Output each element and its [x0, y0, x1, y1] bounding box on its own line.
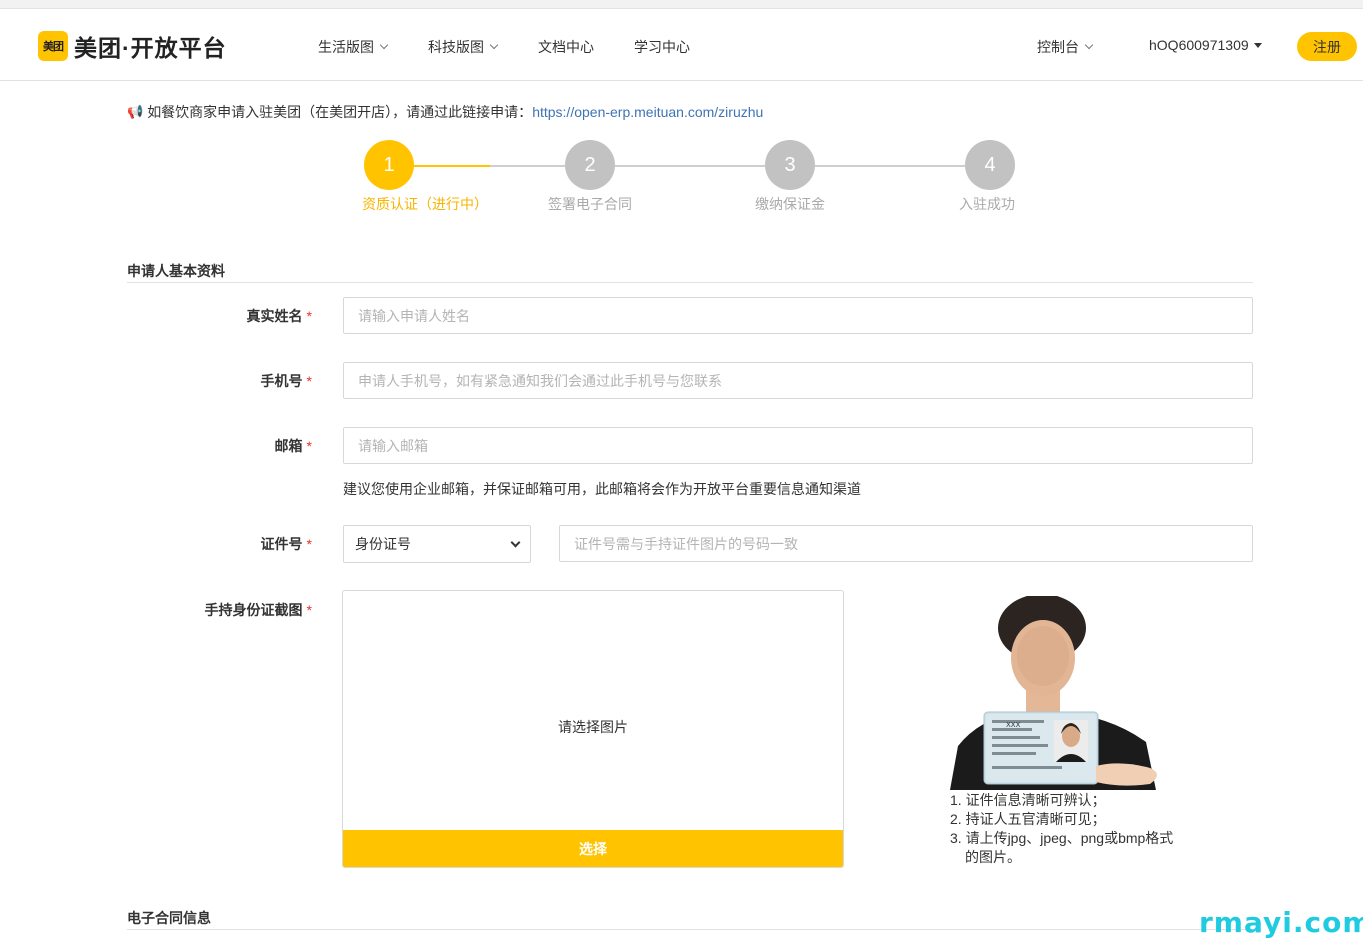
step-4-label: 入驻成功	[959, 196, 1015, 212]
chevron-down-icon	[489, 40, 499, 50]
top-navbar: 美团 美团·开放平台 生活版图 科技版图 文档中心 学习中心 控制台 hOQ60…	[0, 10, 1363, 81]
email-label: 邮箱 *	[274, 438, 312, 454]
progress-stepper: 1 2 3 4 资质认证（进行中） 签署电子合同 缴纳保证金 入驻成功	[340, 140, 1040, 220]
required-mark: *	[306, 308, 312, 324]
console-menu[interactable]: 控制台	[1037, 37, 1094, 57]
tip-item: 1. 证件信息清晰可辨认；	[950, 792, 1106, 808]
step-2-circle: 2	[565, 140, 615, 190]
nav-learning[interactable]: 学习中心	[634, 37, 690, 57]
chevron-down-icon	[510, 537, 521, 547]
upload-tips: 1. 证件信息清晰可辨认； 2. 持证人五官清晰可见； 3. 请上传jpg、jp…	[950, 791, 1182, 867]
step-3-circle: 3	[765, 140, 815, 190]
section-title-contract: 电子合同信息	[127, 910, 211, 926]
username: hOQ600971309	[1149, 37, 1249, 53]
phone-input[interactable]	[343, 362, 1253, 399]
required-mark: *	[306, 602, 312, 618]
tip-item: 3. 请上传jpg、jpeg、png或bmp格式的图片。	[950, 830, 1174, 865]
image-upload-box[interactable]: 请选择图片 选择	[342, 590, 844, 868]
nav-docs[interactable]: 文档中心	[538, 37, 594, 57]
step-3-label: 缴纳保证金	[755, 196, 825, 212]
notice-bar: 📢 如餐饮商家申请入驻美团（在美团开店），请通过此链接申请： https://o…	[127, 102, 763, 122]
phone-label: 手机号 *	[260, 373, 312, 389]
watermark-text: rmayi.com	[1199, 906, 1363, 939]
id-number-input[interactable]	[559, 525, 1253, 562]
chevron-down-icon	[379, 40, 389, 50]
register-button[interactable]: 注册	[1297, 32, 1357, 61]
console-label: 控制台	[1037, 39, 1079, 55]
chevron-down-icon	[1084, 40, 1094, 50]
nav-tech-map[interactable]: 科技版图	[428, 37, 499, 57]
example-id-photo: XXX	[950, 596, 1174, 790]
step-line	[815, 165, 965, 167]
megaphone-icon: 📢	[127, 104, 144, 119]
notice-link[interactable]: https://open-erp.meituan.com/ziruzhu	[532, 104, 763, 120]
section-title-applicant: 申请人基本资料	[127, 263, 225, 279]
browser-top-strip	[0, 0, 1363, 9]
logo-badge: 美团	[38, 31, 68, 61]
notice-text: 如餐饮商家申请入驻美团（在美团开店），请通过此链接申请：	[147, 104, 533, 120]
step-line	[615, 165, 765, 167]
id-type-select[interactable]: 身份证号	[343, 525, 531, 563]
upload-prompt: 请选择图片	[558, 719, 628, 735]
caret-down-icon	[1253, 43, 1262, 48]
name-input[interactable]	[343, 297, 1253, 334]
id-card-name: XXX	[1006, 721, 1021, 729]
email-hint: 建议您使用企业邮箱，并保证邮箱可用，此邮箱将会作为开放平台重要信息通知渠道	[343, 481, 861, 497]
id-label: 证件号 *	[260, 536, 312, 552]
nav-label: 生活版图	[318, 39, 374, 55]
nav-label: 科技版图	[428, 39, 484, 55]
email-input[interactable]	[343, 427, 1253, 464]
name-label: 真实姓名 *	[246, 308, 312, 324]
tip-item: 2. 持证人五官清晰可见；	[950, 811, 1106, 827]
step-1-circle: 1	[364, 140, 414, 190]
required-mark: *	[306, 438, 312, 454]
nav-label: 文档中心	[538, 39, 594, 55]
step-4-circle: 4	[965, 140, 1015, 190]
nav-life-map[interactable]: 生活版图	[318, 37, 389, 57]
section-divider	[127, 282, 1253, 283]
id-type-value: 身份证号	[355, 536, 411, 552]
required-mark: *	[306, 536, 312, 552]
site-logo[interactable]: 美团 美团·开放平台	[38, 31, 227, 61]
nav-label: 学习中心	[634, 39, 690, 55]
step-line	[490, 165, 565, 167]
required-mark: *	[306, 373, 312, 389]
person-holding-id-illustration: XXX	[950, 596, 1157, 790]
choose-image-button[interactable]: 选择	[343, 830, 843, 867]
step-1-label: 资质认证（进行中）	[362, 196, 488, 212]
idphoto-label: 手持身份证截图 *	[204, 602, 312, 618]
user-menu[interactable]: hOQ600971309	[1149, 37, 1262, 53]
step-2-label: 签署电子合同	[548, 196, 632, 212]
section-divider	[127, 929, 1253, 930]
logo-text: 美团·开放平台	[74, 35, 227, 61]
